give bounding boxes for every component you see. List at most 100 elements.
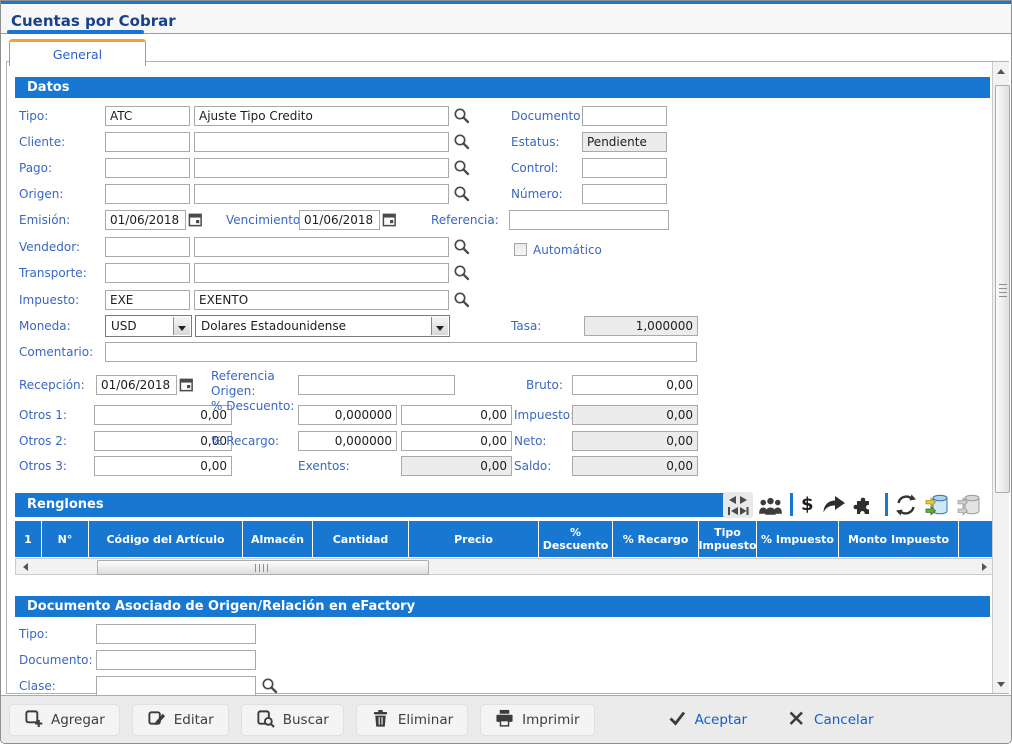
column-header-pct-descuento[interactable]: % Descuento bbox=[539, 521, 612, 557]
recepcion-calendar-icon[interactable] bbox=[179, 376, 194, 394]
buscar-button[interactable]: Buscar bbox=[241, 704, 344, 736]
origen-code-input[interactable] bbox=[105, 184, 190, 204]
doc-asociado-clase-input[interactable] bbox=[96, 676, 256, 696]
transporte-desc-input[interactable] bbox=[194, 263, 449, 283]
record-navigation-icon[interactable] bbox=[723, 492, 753, 518]
monto-recargo-input[interactable] bbox=[401, 431, 512, 451]
tipo-code-input[interactable] bbox=[105, 106, 190, 126]
doc-asociado-tipo-input[interactable] bbox=[96, 624, 256, 644]
column-header-precio[interactable]: Precio bbox=[409, 521, 538, 557]
vencimiento-calendar-icon[interactable] bbox=[382, 211, 397, 229]
automatico-label: Automático bbox=[533, 240, 602, 260]
column-header-codigo-articulo[interactable]: Código del Artículo bbox=[89, 521, 242, 557]
documento-input[interactable] bbox=[582, 106, 667, 126]
column-header-almacen[interactable]: Almacén bbox=[243, 521, 312, 557]
emision-label: Emisión: bbox=[19, 210, 70, 230]
tipo-desc-input[interactable] bbox=[194, 106, 449, 126]
automatico-checkbox[interactable] bbox=[514, 243, 527, 256]
tab-general-label: General bbox=[53, 47, 102, 62]
vencimiento-date-input[interactable] bbox=[299, 210, 380, 230]
numero-label: Número: bbox=[511, 184, 563, 204]
moneda-code-dropdown-icon[interactable] bbox=[173, 317, 190, 335]
printer-icon bbox=[495, 709, 514, 732]
emision-calendar-icon[interactable] bbox=[188, 211, 203, 229]
scroll-right-icon[interactable] bbox=[977, 559, 993, 574]
scroll-left-icon[interactable] bbox=[16, 559, 32, 574]
eliminar-button[interactable]: Eliminar bbox=[356, 704, 468, 736]
vertical-scroll-thumb[interactable] bbox=[995, 85, 1010, 493]
origen-desc-input[interactable] bbox=[194, 184, 449, 204]
doc-asociado-clase-search-icon[interactable] bbox=[261, 677, 278, 694]
referencia-origen-input[interactable] bbox=[298, 375, 455, 395]
comentario-input[interactable] bbox=[105, 342, 697, 362]
bruto-input[interactable] bbox=[572, 375, 698, 395]
transporte-search-icon[interactable] bbox=[453, 264, 470, 281]
database-export-icon[interactable] bbox=[925, 493, 949, 517]
pct-recargo-label: % Recargo: bbox=[211, 431, 279, 451]
pct-recargo-input[interactable] bbox=[298, 431, 397, 451]
column-header-monto-impuesto[interactable]: Monto Impuesto bbox=[839, 521, 958, 557]
monto-descuento-input[interactable] bbox=[401, 405, 512, 425]
pago-code-input[interactable] bbox=[105, 158, 190, 178]
scroll-up-icon[interactable] bbox=[993, 62, 1009, 78]
horizontal-scroll-thumb[interactable] bbox=[97, 560, 429, 575]
vendedor-code-input[interactable] bbox=[105, 237, 190, 257]
imprimir-button[interactable]: Imprimir bbox=[480, 704, 594, 736]
moneda-desc-select[interactable]: Dolares Estadounidense bbox=[195, 315, 450, 337]
section-title: Renglones bbox=[27, 497, 104, 512]
contacts-icon[interactable] bbox=[757, 496, 784, 517]
pago-search-icon[interactable] bbox=[453, 159, 470, 176]
aceptar-button[interactable]: Aceptar bbox=[662, 708, 753, 732]
column-header-tipo-impuesto[interactable]: Tipo Impuesto bbox=[699, 521, 756, 557]
vendedor-desc-input[interactable] bbox=[194, 237, 449, 257]
plugin-icon[interactable] bbox=[853, 495, 873, 515]
column-header-pct-impuesto[interactable]: % Impuesto bbox=[757, 521, 838, 557]
scroll-down-icon[interactable] bbox=[993, 677, 1009, 693]
recepcion-date-input[interactable] bbox=[96, 375, 177, 395]
cliente-search-icon[interactable] bbox=[453, 133, 470, 150]
section-title: Datos bbox=[27, 80, 69, 95]
pago-label: Pago: bbox=[19, 158, 52, 178]
aceptar-label: Aceptar bbox=[695, 712, 747, 728]
vendedor-search-icon[interactable] bbox=[453, 238, 470, 255]
column-header-numero[interactable]: N° bbox=[42, 521, 88, 557]
cliente-desc-input[interactable] bbox=[194, 132, 449, 152]
otros3-input[interactable] bbox=[94, 456, 232, 476]
tab-general[interactable]: General bbox=[9, 39, 146, 66]
moneda-desc-dropdown-icon[interactable] bbox=[431, 317, 448, 335]
doc-asociado-documento-input[interactable] bbox=[96, 650, 256, 670]
emision-date-input[interactable] bbox=[105, 210, 186, 230]
refresh-icon[interactable] bbox=[895, 494, 917, 516]
impuesto-code-input[interactable] bbox=[105, 290, 190, 310]
moneda-label: Moneda: bbox=[19, 316, 71, 336]
pago-desc-input[interactable] bbox=[194, 158, 449, 178]
numero-input[interactable] bbox=[582, 184, 667, 204]
moneda-code-select[interactable]: USD bbox=[105, 315, 192, 337]
transporte-code-input[interactable] bbox=[105, 263, 190, 283]
referencia-input[interactable] bbox=[509, 210, 669, 230]
cancelar-button[interactable]: Cancelar bbox=[781, 708, 880, 732]
editar-button[interactable]: Editar bbox=[132, 704, 229, 736]
referencia-origen-label: Referencia Origen: bbox=[211, 369, 297, 399]
impuesto-search-icon[interactable] bbox=[453, 291, 470, 308]
cuentas-por-cobrar-window: Cuentas por Cobrar General Datos Tipo: C… bbox=[0, 0, 1012, 744]
estatus-label: Estatus: bbox=[511, 132, 560, 152]
origen-search-icon[interactable] bbox=[453, 185, 470, 202]
dollar-icon[interactable]: $ bbox=[801, 493, 814, 516]
toolbar-separator bbox=[885, 493, 888, 516]
cliente-code-input[interactable] bbox=[105, 132, 190, 152]
column-header-cantidad[interactable]: Cantidad bbox=[313, 521, 408, 557]
window-title-bar: Cuentas por Cobrar bbox=[1, 4, 1011, 34]
renglones-horizontal-scrollbar[interactable] bbox=[15, 558, 994, 575]
control-input[interactable] bbox=[582, 158, 667, 178]
tipo-search-icon[interactable] bbox=[453, 107, 470, 124]
pct-descuento-input[interactable] bbox=[298, 405, 397, 425]
column-header-pct-recargo[interactable]: % Recargo bbox=[613, 521, 698, 557]
impuesto-desc-input[interactable] bbox=[194, 290, 449, 310]
search-doc-icon bbox=[256, 709, 275, 732]
estatus-input bbox=[582, 132, 667, 152]
cancelar-label: Cancelar bbox=[814, 712, 874, 728]
send-forward-icon[interactable] bbox=[822, 496, 846, 514]
vertical-scrollbar[interactable] bbox=[992, 62, 1009, 693]
agregar-button[interactable]: Agregar bbox=[9, 704, 120, 736]
